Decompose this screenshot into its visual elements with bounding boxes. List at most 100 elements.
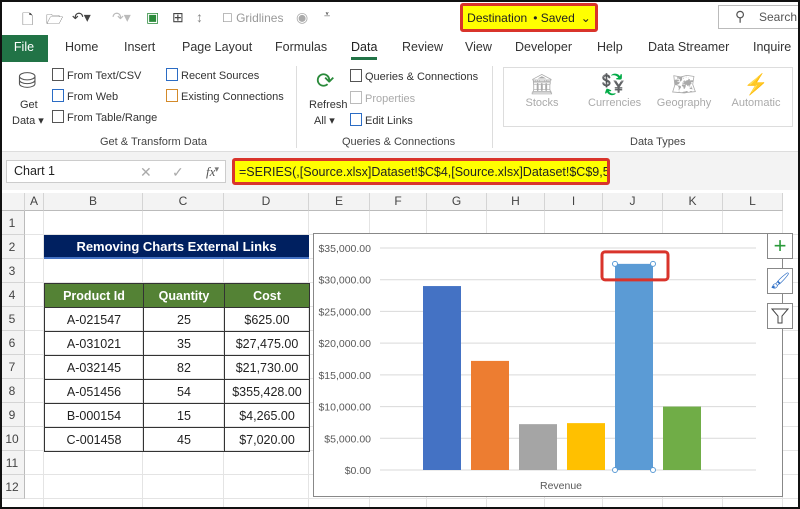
table-cell[interactable]: 35 <box>143 331 225 356</box>
automatic-button[interactable]: ⚡ Automatic <box>730 72 782 109</box>
table-cell[interactable]: A-021547 <box>44 307 144 332</box>
table-cell[interactable]: B-000154 <box>44 403 144 428</box>
undo-icon[interactable]: ↶▾ <box>72 9 91 26</box>
selection-handle[interactable] <box>612 260 618 267</box>
table-cell[interactable]: C-001458 <box>44 427 144 452</box>
bar-2[interactable] <box>471 360 509 470</box>
chart-elements-button[interactable]: + <box>767 233 793 259</box>
properties-icon <box>350 91 362 104</box>
column-header-J[interactable]: J <box>603 193 663 211</box>
existing-connections-button[interactable]: Existing Connections <box>166 89 284 103</box>
column-header-D[interactable]: D <box>224 193 309 211</box>
edit-links-button[interactable]: Edit Links <box>350 113 413 127</box>
column-header-F[interactable]: F <box>370 193 427 211</box>
tab-help[interactable]: Help <box>597 35 623 62</box>
column-header-L[interactable]: L <box>723 193 783 211</box>
currencies-button[interactable]: 💱 Currencies <box>588 72 641 109</box>
new-file-icon[interactable]: 🗋 <box>22 9 33 33</box>
table-cell[interactable]: 54 <box>143 379 225 404</box>
from-table-range-button[interactable]: From Table/Range <box>52 110 157 124</box>
gridlines-checkbox[interactable]: ☐ Gridlines <box>222 11 283 25</box>
column-header-A[interactable]: A <box>25 193 44 211</box>
from-text-csv-button[interactable]: From Text/CSV <box>52 68 141 82</box>
column-header-E[interactable]: E <box>309 193 370 211</box>
selection-handle[interactable] <box>650 467 656 473</box>
table-cell[interactable]: $625.00 <box>224 307 310 332</box>
name-box[interactable]: Chart 1 ▾ <box>6 160 226 183</box>
tab-file[interactable]: File <box>0 35 48 62</box>
tab-developer[interactable]: Developer <box>515 35 572 62</box>
table-cell[interactable]: $355,428.00 <box>224 379 310 404</box>
formula-input[interactable]: =SERIES(,[Source.xlsx]Dataset!$C$4,[Sour… <box>232 158 610 185</box>
bar-3[interactable] <box>519 424 557 470</box>
row-header-11[interactable]: 11 <box>0 451 25 475</box>
table-cell[interactable]: A-032145 <box>44 355 144 380</box>
tab-home[interactable]: Home <box>65 35 98 62</box>
y-tick-label: $25,000.00 <box>318 306 371 318</box>
open-icon[interactable]: 🗁 <box>46 9 63 33</box>
table-cell[interactable]: $7,020.00 <box>224 427 310 452</box>
row-header-1[interactable]: 1 <box>0 211 25 235</box>
tab-page-layout[interactable]: Page Layout <box>182 35 252 62</box>
table-cell[interactable]: $21,730.00 <box>224 355 310 380</box>
tab-data[interactable]: Data <box>351 35 378 62</box>
circle-icon[interactable]: ◉ <box>296 9 308 26</box>
tab-inquire[interactable]: Inquire <box>753 35 791 62</box>
tab-formulas[interactable]: Formulas <box>275 35 327 62</box>
row-header-12[interactable]: 12 <box>0 475 25 499</box>
selection-handle[interactable] <box>650 260 656 267</box>
column-header-H[interactable]: H <box>487 193 545 211</box>
tab-insert[interactable]: Insert <box>124 35 155 62</box>
bar-5[interactable] <box>615 263 653 470</box>
row-header-10[interactable]: 10 <box>0 427 25 451</box>
table-cell[interactable]: 15 <box>143 403 225 428</box>
table-cell[interactable]: A-031021 <box>44 331 144 356</box>
chart[interactable]: $0.00 $5,000.00 $10,000.00 $15,000.00 $20,00… <box>313 233 783 497</box>
column-header-B[interactable]: B <box>44 193 143 211</box>
row-height-icon[interactable]: ↕ <box>196 9 203 25</box>
redo-icon[interactable]: ↷▾ <box>112 9 131 26</box>
customize-qat-icon[interactable]: ⩡ <box>324 9 330 22</box>
bar-1[interactable] <box>423 286 461 470</box>
recent-sources-button[interactable]: Recent Sources <box>166 68 259 82</box>
save-refresh-icon[interactable]: ▣ <box>146 9 159 26</box>
tab-view[interactable]: View <box>465 35 492 62</box>
row-header-2[interactable]: 2 <box>0 235 25 259</box>
column-header-K[interactable]: K <box>663 193 723 211</box>
freeze-icon[interactable]: ⊞ <box>172 9 184 26</box>
selection-handle[interactable] <box>612 467 618 473</box>
column-header-C[interactable]: C <box>143 193 224 211</box>
chart-filters-button[interactable] <box>767 303 793 329</box>
column-header-I[interactable]: I <box>545 193 603 211</box>
select-all[interactable] <box>0 193 25 211</box>
stocks-button[interactable]: 🏛 Stocks <box>525 72 559 109</box>
document-name[interactable]: Destination • Saved ⌄ <box>460 3 598 32</box>
tab-review[interactable]: Review <box>402 35 443 62</box>
table-cell[interactable]: $4,265.00 <box>224 403 310 428</box>
chart-styles-button[interactable]: 🖌 <box>767 268 793 294</box>
properties-button[interactable]: Properties <box>350 91 415 105</box>
column-header-G[interactable]: G <box>427 193 487 211</box>
row-header-3[interactable]: 3 <box>0 259 25 283</box>
table-cell[interactable]: 25 <box>143 307 225 332</box>
table-cell[interactable]: A-051456 <box>44 379 144 404</box>
row-header-8[interactable]: 8 <box>0 379 25 403</box>
bar-6[interactable] <box>663 406 701 470</box>
bar-4[interactable] <box>567 423 605 470</box>
table-cell[interactable]: 82 <box>143 355 225 380</box>
row-header-4[interactable]: 4 <box>0 283 25 307</box>
cancel-icon[interactable]: ✕ <box>140 164 152 181</box>
table-cell[interactable]: $27,475.00 <box>224 331 310 356</box>
insert-function-icon[interactable]: fx <box>206 164 215 180</box>
tab-data-streamer[interactable]: Data Streamer <box>648 35 729 62</box>
row-header-7[interactable]: 7 <box>0 355 25 379</box>
queries-connections-button[interactable]: Queries & Connections <box>350 69 478 83</box>
geography-button[interactable]: 🗺 Geography <box>656 72 712 109</box>
row-header-6[interactable]: 6 <box>0 331 25 355</box>
table-cell[interactable]: 45 <box>143 427 225 452</box>
from-web-button[interactable]: From Web <box>52 89 118 103</box>
search-box[interactable]: ⚲ Search <box>718 5 800 29</box>
row-header-5[interactable]: 5 <box>0 307 25 331</box>
row-header-9[interactable]: 9 <box>0 403 25 427</box>
enter-icon[interactable]: ✓ <box>172 164 184 181</box>
